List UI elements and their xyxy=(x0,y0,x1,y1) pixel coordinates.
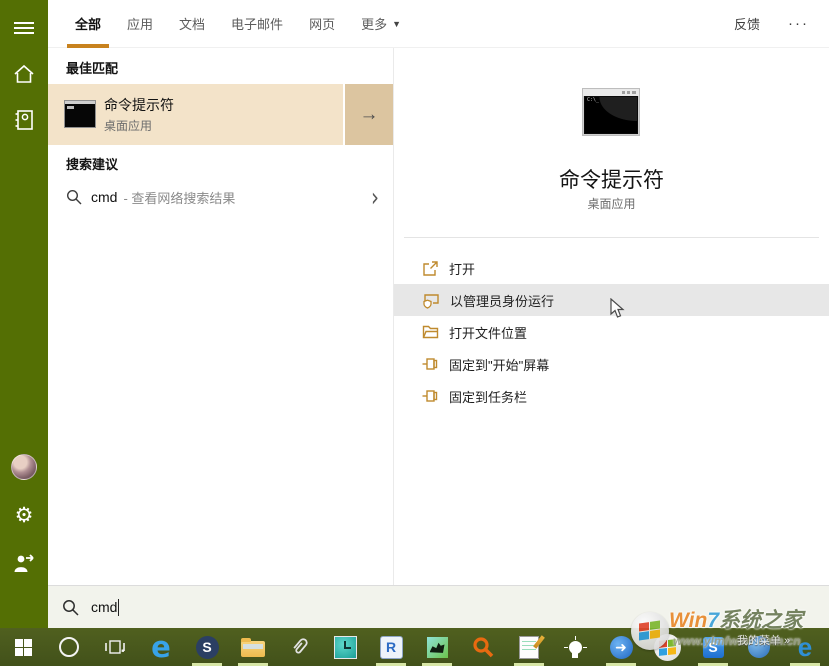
settings-button[interactable]: ⚙ xyxy=(0,495,48,535)
pin-icon xyxy=(422,358,438,370)
clock-app-icon xyxy=(333,635,357,659)
right-arrow-icon: → xyxy=(359,103,379,125)
account-button[interactable] xyxy=(0,447,48,487)
mouse-cursor xyxy=(610,298,625,318)
horse-app-icon xyxy=(426,636,448,658)
sogou-browser-icon: S xyxy=(195,635,219,659)
expand-result-button[interactable]: → xyxy=(343,84,393,145)
action-pin-to-start[interactable]: 固定到"开始"屏幕 xyxy=(394,348,829,380)
clock-app-button[interactable] xyxy=(322,628,368,666)
search-input-value: cmd xyxy=(91,599,118,615)
search-sidebar-rail: ⚙ xyxy=(0,0,48,628)
cmd-icon-prompt-text: C:\_ xyxy=(587,97,600,103)
text-caret xyxy=(118,598,120,616)
cmd-terminal-icon-large: C:\_ xyxy=(582,88,640,136)
task-view-icon xyxy=(105,640,125,654)
home-button[interactable] xyxy=(0,54,48,94)
file-explorer-button[interactable] xyxy=(230,628,276,666)
home-icon xyxy=(14,64,34,83)
file-explorer-icon xyxy=(241,638,265,657)
action-open-file-location[interactable]: 打开文件位置 xyxy=(394,316,829,348)
search-icon xyxy=(63,599,79,616)
cortana-ring-icon xyxy=(59,637,79,657)
search-tool-button[interactable] xyxy=(460,628,506,666)
lightbulb-app-button[interactable] xyxy=(552,628,598,666)
pin-icon xyxy=(422,390,438,402)
search-filter-tabbar: 全部 应用 文档 电子邮件 网页 更多 ▼ 反馈 ··· xyxy=(48,0,829,48)
thunder-button[interactable]: ➜ xyxy=(598,628,644,666)
sogou-browser-button[interactable]: S xyxy=(184,628,230,666)
edge-icon: e xyxy=(151,629,171,664)
notepad-icon xyxy=(519,635,539,659)
edge-second-button[interactable]: e xyxy=(782,628,828,666)
suggestion-hint: - 查看网络搜索结果 xyxy=(123,190,236,206)
edge-button[interactable]: e xyxy=(138,628,184,666)
cmd-terminal-icon xyxy=(64,100,96,128)
hamburger-menu-icon xyxy=(14,22,34,34)
notepad-button[interactable] xyxy=(506,628,552,666)
search-suggestions-header: 搜索建议 xyxy=(66,157,119,172)
sogou-input-button[interactable]: S xyxy=(690,628,736,666)
tab-documents[interactable]: 文档 xyxy=(179,0,205,48)
action-open[interactable]: 打开 xyxy=(394,252,829,284)
user-avatar xyxy=(11,454,37,480)
preview-subtitle: 桌面应用 xyxy=(587,197,636,211)
chevron-down-icon: ▼ xyxy=(392,18,402,29)
settings-gear-icon: ⚙ xyxy=(14,503,34,527)
r-app-icon: R xyxy=(379,635,403,659)
search-input[interactable]: cmd xyxy=(48,585,829,628)
open-icon xyxy=(423,260,438,276)
orange-magnifier-icon xyxy=(473,637,494,658)
result-subtitle: 桌面应用 xyxy=(104,119,153,133)
horse-app-button[interactable] xyxy=(414,628,460,666)
blue-app-icon xyxy=(748,636,770,658)
windows-logo-icon xyxy=(14,638,32,656)
result-title: 命令提示符 xyxy=(104,97,174,113)
paperclip-app-button[interactable] xyxy=(276,628,322,666)
hamburger-menu-button[interactable] xyxy=(0,8,48,48)
tab-all[interactable]: 全部 xyxy=(66,0,110,48)
task-view-button[interactable] xyxy=(92,628,138,666)
action-pin-to-taskbar[interactable]: 固定到任务栏 xyxy=(394,380,829,412)
web-search-suggestion[interactable]: cmd - 查看网络搜索结果 › xyxy=(48,178,393,216)
journal-icon xyxy=(15,110,33,130)
preview-divider xyxy=(404,237,819,238)
tab-more[interactable]: 更多 ▼ xyxy=(361,0,401,48)
feedback-button[interactable]: 反馈 xyxy=(734,14,760,33)
cmd-icon-window-controls xyxy=(622,91,636,94)
cortana-button[interactable] xyxy=(46,628,92,666)
hidden-app-button[interactable] xyxy=(736,628,782,666)
tab-apps[interactable]: 应用 xyxy=(127,0,153,48)
thunder-icon: ➜ xyxy=(609,635,633,659)
best-match-header: 最佳匹配 xyxy=(66,61,119,76)
preview-title: 命令提示符 xyxy=(559,169,664,192)
search-icon xyxy=(66,189,82,205)
best-match-result[interactable]: 命令提示符 桌面应用 → xyxy=(48,84,393,145)
r-app-button[interactable]: R xyxy=(368,628,414,666)
feedback-hub-button[interactable] xyxy=(0,543,48,583)
journal-button[interactable] xyxy=(0,100,48,140)
win7-logo-icon xyxy=(653,633,681,661)
chevron-right-icon: › xyxy=(371,181,379,213)
start-button[interactable] xyxy=(0,628,46,666)
feedback-person-icon xyxy=(14,554,34,572)
taskbar: e S R ➜ S e xyxy=(0,628,829,666)
paperclip-icon xyxy=(293,638,308,654)
suggestion-query: cmd xyxy=(91,189,118,205)
tab-email[interactable]: 电子邮件 xyxy=(231,0,283,48)
edge-icon: e xyxy=(797,632,813,662)
tab-web[interactable]: 网页 xyxy=(309,0,335,48)
win7-activator-button[interactable] xyxy=(644,628,690,666)
run-as-admin-shield-icon xyxy=(423,293,439,309)
overflow-menu-button[interactable]: ··· xyxy=(788,15,809,32)
sogou-input-icon: S xyxy=(702,636,724,658)
lightbulb-icon xyxy=(563,635,587,659)
folder-location-icon xyxy=(422,325,439,339)
tabbar-right: 反馈 ··· xyxy=(734,14,829,33)
